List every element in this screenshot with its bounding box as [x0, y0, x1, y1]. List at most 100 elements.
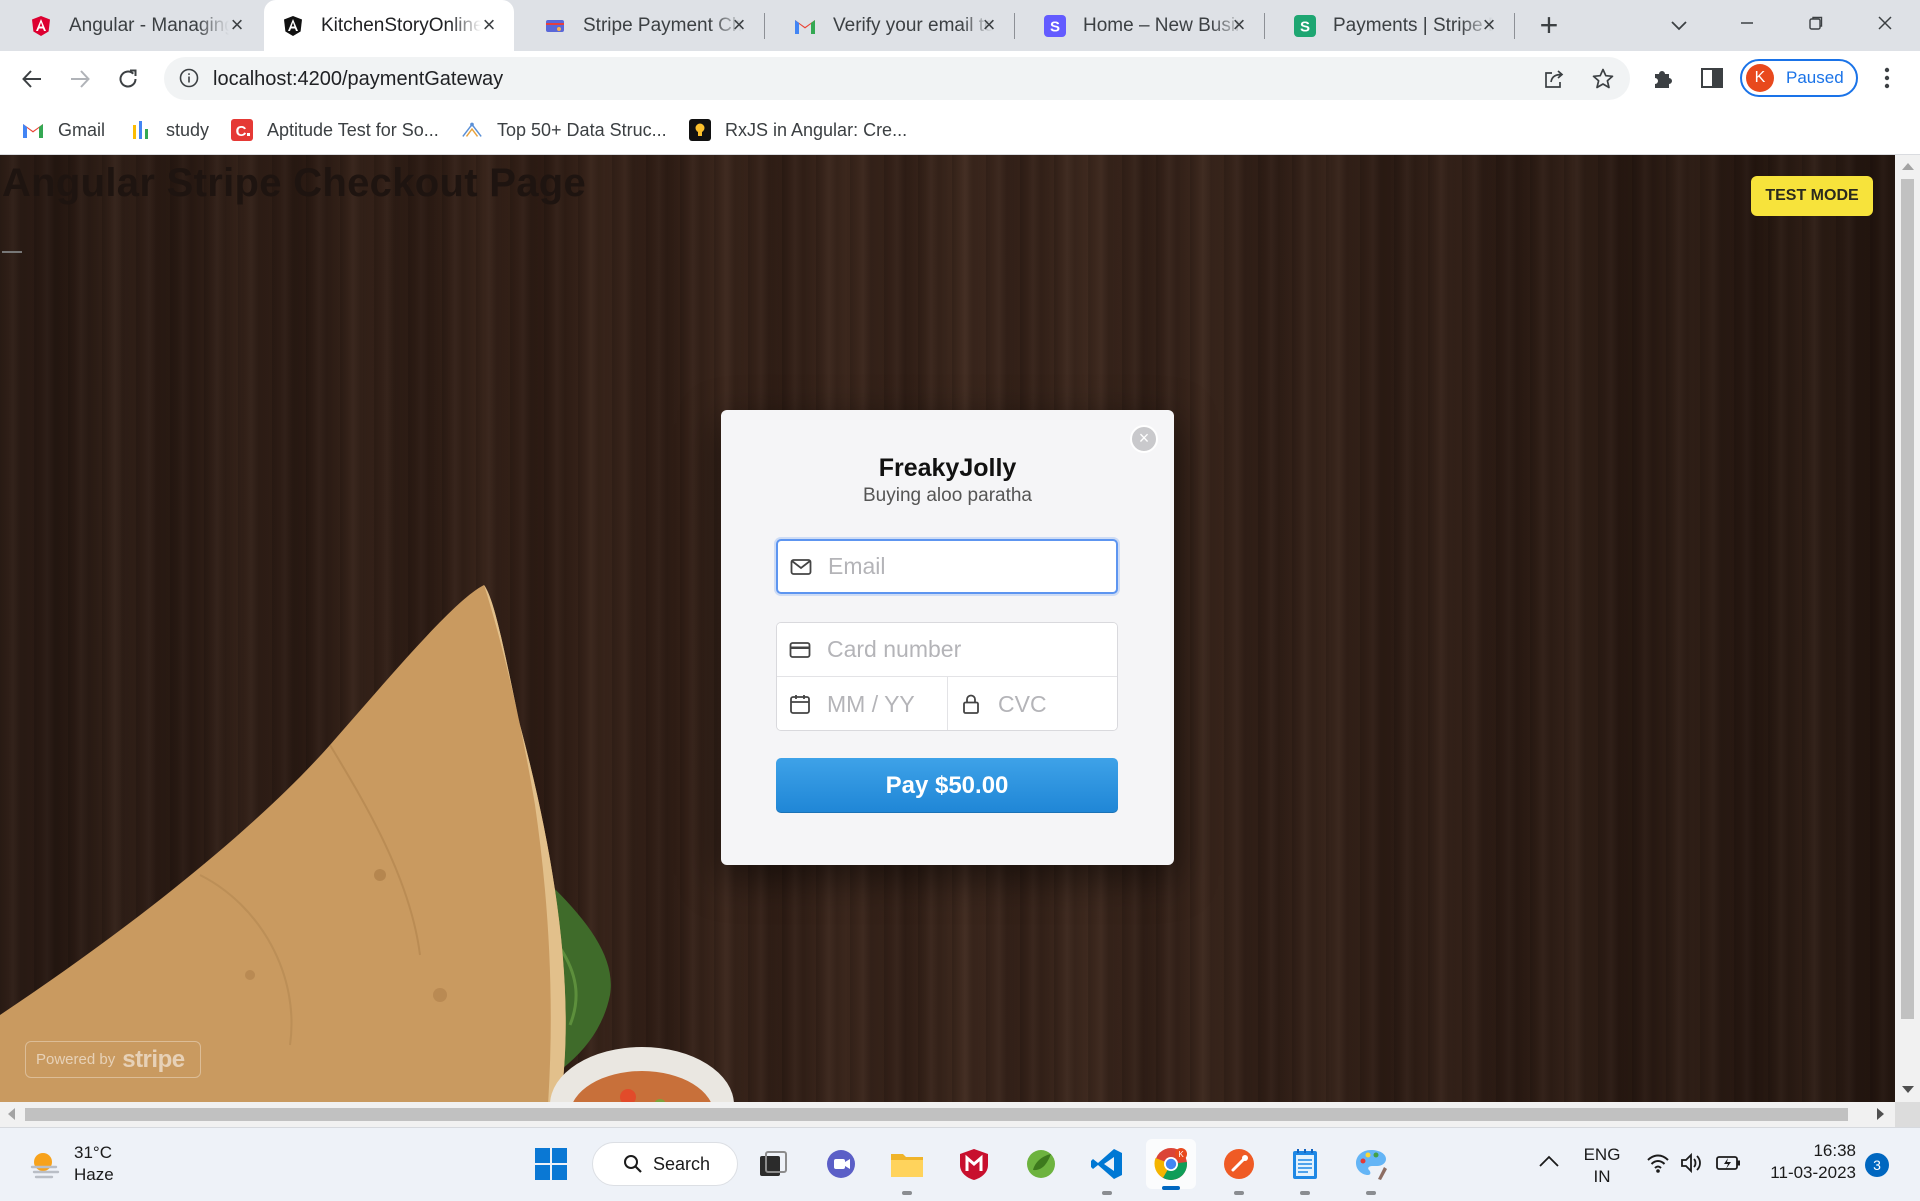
svg-text:S: S	[1300, 18, 1310, 35]
scrollbar-thumb[interactable]	[1901, 179, 1914, 1019]
back-icon[interactable]	[16, 63, 48, 95]
page-title: Angular Stripe Checkout Page	[2, 161, 587, 205]
business-name: FreakyJolly	[878, 454, 1017, 482]
tab-title: Payments | Stripe D	[1333, 14, 1493, 36]
scroll-up-arrow-icon[interactable]	[1902, 163, 1914, 170]
expiry-field[interactable]	[777, 677, 948, 730]
tab-verify-email[interactable]: Verify your email to ×	[764, 0, 1014, 51]
bookmark-gmail[interactable]: Gmail	[22, 115, 105, 145]
volume-icon[interactable]	[1680, 1152, 1704, 1180]
new-tab-button[interactable]: +	[1534, 9, 1564, 41]
tab-separator	[1514, 13, 1515, 39]
tab-payments-stripe[interactable]: S Payments | Stripe D ×	[1264, 0, 1514, 51]
forward-icon[interactable]	[64, 63, 96, 95]
notification-badge[interactable]: 3	[1865, 1153, 1889, 1177]
notepad-icon[interactable]	[1286, 1145, 1324, 1195]
close-icon[interactable]: ×	[1130, 425, 1158, 453]
windows-taskbar: 31°C Haze Search K ENG IN 16:38 11-03-20…	[0, 1127, 1920, 1201]
bookmark-rxjs[interactable]: RxJS in Angular: Cre...	[689, 115, 907, 145]
profile-button[interactable]: K Paused	[1740, 59, 1858, 97]
site-info-icon[interactable]	[178, 67, 200, 89]
bookmark-label: Aptitude Test for So...	[267, 119, 439, 140]
tab-home-new-business[interactable]: S Home – New Busine ×	[1014, 0, 1264, 51]
tab-title: Angular - Managing	[69, 14, 229, 36]
url-path: :4200/paymentGateway	[291, 68, 504, 90]
url-host: localhost	[213, 68, 292, 90]
side-panel-icon[interactable]	[1699, 65, 1725, 91]
bookmark-star-icon[interactable]	[1591, 67, 1615, 91]
browser-toolbar: localhost:4200/paymentGateway K Paused	[0, 51, 1920, 106]
card-number-input[interactable]	[827, 636, 1117, 663]
tab-close-icon[interactable]: ×	[1478, 14, 1500, 36]
running-indicator	[1234, 1191, 1244, 1195]
teams-chat-icon[interactable]	[822, 1145, 860, 1183]
angular-red-icon	[30, 15, 52, 37]
cvc-input[interactable]	[998, 690, 1117, 718]
reload-icon[interactable]	[112, 63, 144, 95]
vscode-icon[interactable]	[1088, 1145, 1126, 1195]
paint-icon[interactable]	[1352, 1145, 1390, 1195]
share-icon[interactable]	[1542, 67, 1566, 91]
file-explorer-icon[interactable]	[888, 1145, 926, 1195]
bookmark-data-structures[interactable]: Top 50+ Data Struc...	[461, 115, 667, 145]
restore-icon[interactable]	[1799, 8, 1833, 42]
tab-close-icon[interactable]: ×	[728, 14, 750, 36]
bookmarks-bar: Gmail study C Aptitude Test for So... To…	[0, 106, 1920, 155]
chrome-taskbar-icon[interactable]: K	[1146, 1139, 1196, 1190]
tab-title: Verify your email to	[833, 14, 993, 36]
scrollbar-thumb[interactable]	[25, 1108, 1848, 1121]
weather-widget[interactable]: 31°C Haze	[28, 1142, 114, 1186]
tab-close-icon[interactable]: ×	[478, 14, 500, 36]
battery-icon[interactable]	[1716, 1152, 1742, 1180]
tab-close-icon[interactable]: ×	[226, 14, 248, 36]
lock-icon	[963, 694, 979, 714]
tab-kitchen-story[interactable]: KitchenStoryOnline ×	[264, 0, 514, 51]
pay-button[interactable]: Pay $50.00	[776, 758, 1118, 813]
cvc-field[interactable]	[948, 677, 1117, 730]
tab-title: Stripe Payment Che	[583, 14, 743, 36]
stripe-s-icon: S	[1044, 14, 1066, 37]
scroll-down-arrow-icon[interactable]	[1902, 1086, 1914, 1093]
close-window-icon[interactable]	[1868, 8, 1902, 42]
address-bar[interactable]: localhost:4200/paymentGateway	[164, 57, 1630, 100]
card-number-field[interactable]	[777, 623, 1117, 677]
test-mode-badge: TEST MODE	[1751, 176, 1873, 216]
scroll-right-arrow-icon[interactable]	[1877, 1108, 1884, 1120]
menu-kebab-icon[interactable]	[1874, 65, 1900, 91]
tab-close-icon[interactable]: ×	[1228, 14, 1250, 36]
wifi-icon[interactable]	[1646, 1152, 1670, 1180]
horizontal-scrollbar[interactable]	[0, 1102, 1895, 1127]
search-icon	[624, 1155, 642, 1173]
vertical-scrollbar[interactable]	[1895, 155, 1920, 1102]
email-field[interactable]	[776, 539, 1118, 594]
show-hidden-icons-chevron-icon[interactable]	[1538, 1152, 1560, 1174]
extensions-icon[interactable]	[1650, 65, 1676, 91]
divider	[2, 251, 22, 253]
tab-stripe-payment[interactable]: Stripe Payment Che ×	[514, 0, 764, 51]
mcafee-icon[interactable]	[955, 1145, 993, 1183]
running-indicator	[1102, 1191, 1112, 1195]
clock[interactable]: 16:38 11-03-2023	[1762, 1140, 1856, 1184]
email-input[interactable]	[828, 553, 1116, 580]
spring-tool-icon[interactable]	[1022, 1145, 1060, 1183]
running-indicator	[902, 1191, 912, 1195]
minimize-icon[interactable]	[1730, 8, 1764, 42]
language-indicator[interactable]: ENG IN	[1580, 1144, 1624, 1188]
windows-logo-icon	[535, 1148, 567, 1180]
task-view-icon[interactable]	[754, 1145, 792, 1183]
tab-angular-managing[interactable]: Angular - Managing ×	[0, 0, 262, 51]
bookmark-aptitude[interactable]: C Aptitude Test for So...	[231, 115, 439, 145]
start-button[interactable]	[532, 1145, 570, 1183]
scroll-left-arrow-icon[interactable]	[8, 1108, 15, 1120]
postman-icon[interactable]	[1220, 1145, 1258, 1195]
taskbar-search[interactable]: Search	[592, 1142, 738, 1186]
powered-by-stripe-link[interactable]: Powered by stripe	[25, 1041, 201, 1078]
tab-search-chevron-icon[interactable]	[1662, 8, 1696, 42]
bookmark-study[interactable]: study	[130, 115, 209, 145]
expiry-input[interactable]	[827, 690, 947, 718]
tab-close-icon[interactable]: ×	[978, 14, 1000, 36]
calendar-icon	[790, 695, 810, 714]
bookmark-label: Top 50+ Data Struc...	[497, 119, 667, 140]
bookmark-label: RxJS in Angular: Cre...	[725, 119, 908, 140]
page-viewport: Angular Stripe Checkout Page TEST MODE P…	[0, 155, 1895, 1102]
